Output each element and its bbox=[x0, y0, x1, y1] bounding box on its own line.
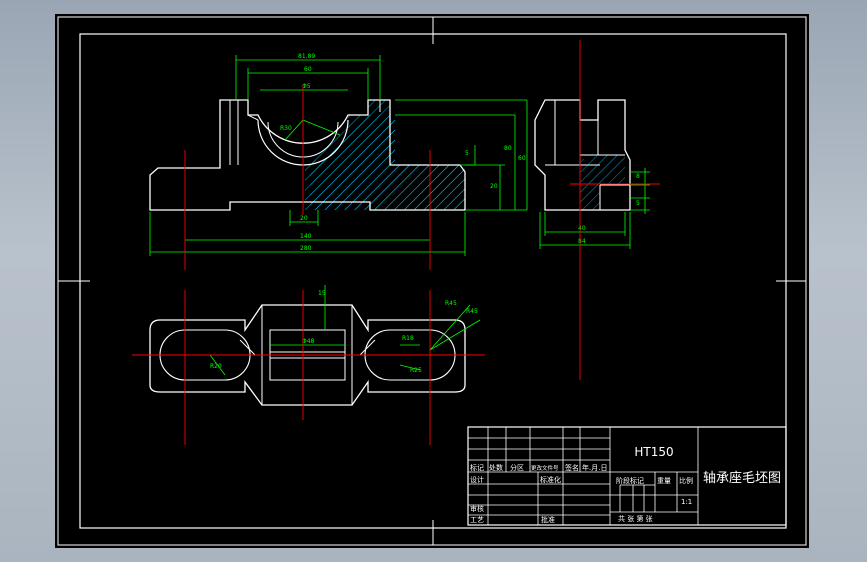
dim-length-280: 280 bbox=[300, 245, 312, 252]
header-date: 年.月.日 bbox=[582, 463, 607, 472]
dim-height-60: 60 bbox=[518, 155, 526, 162]
dim-top-overall: 81.89 bbox=[298, 53, 315, 60]
scale-value: 1:1 bbox=[681, 498, 692, 506]
section-hatch-2 bbox=[310, 100, 465, 210]
label-stage-mark: 阶段标记 bbox=[616, 476, 644, 485]
label-design: 设计 bbox=[470, 475, 484, 484]
front-view: 81.89 60 Φ5 R30 20 140 280 5 60 80 20 bbox=[149, 53, 528, 270]
dim-height-80: 80 bbox=[504, 145, 512, 152]
label-approve: 批准 bbox=[541, 515, 555, 524]
dim-height-20: 20 bbox=[490, 183, 498, 190]
dim-side-5: 5 bbox=[636, 200, 640, 207]
dim-side-84: 84 bbox=[578, 238, 586, 245]
dim-plan-r20: R20 bbox=[210, 363, 222, 370]
dim-radius: R30 bbox=[280, 125, 292, 132]
dim-length-140: 140 bbox=[300, 233, 312, 240]
label-review: 审核 bbox=[470, 504, 484, 513]
top-centerlines bbox=[132, 290, 485, 445]
label-ratio: 比例 bbox=[679, 476, 693, 485]
dim-side-40: 40 bbox=[578, 225, 586, 232]
title-block: HT150 轴承座毛坯图 标记 处数 分区 更改文件号 签名 年.月.日 设计 … bbox=[467, 426, 787, 526]
header-mark: 标记 bbox=[470, 463, 484, 472]
header-count: 处数 bbox=[489, 463, 503, 472]
header-zone: 分区 bbox=[510, 463, 524, 472]
dim-height-5: 5 bbox=[465, 150, 469, 157]
outer-frame bbox=[57, 16, 807, 546]
material-label: HT150 bbox=[634, 445, 673, 459]
cad-drawing: 81.89 60 Φ5 R30 20 140 280 5 60 80 20 8 … bbox=[57, 16, 807, 546]
label-weight: 重量 bbox=[657, 477, 671, 485]
header-sign: 签名 bbox=[565, 463, 579, 472]
dim-plan-48: Φ48 bbox=[302, 338, 315, 345]
frame-center-marks bbox=[58, 17, 806, 545]
dim-depth-20: 20 bbox=[300, 215, 308, 222]
label-process: 工艺 bbox=[470, 516, 484, 524]
dim-plan-r45: R45 bbox=[445, 300, 457, 307]
top-view: 15 Φ48 R45 R45 R18 R25 R20 bbox=[132, 285, 485, 445]
dim-plan-r45b: R45 bbox=[466, 308, 478, 315]
dim-plan-r18: R18 bbox=[402, 335, 414, 342]
drawing-name: 轴承座毛坯图 bbox=[703, 471, 781, 486]
label-standardize: 标准化 bbox=[540, 475, 561, 484]
dim-plan-r25: R25 bbox=[410, 367, 422, 374]
dim-top-inner: 60 bbox=[304, 66, 312, 73]
inner-frame bbox=[79, 33, 787, 529]
sheet-info: 共 张 第 张 bbox=[618, 514, 653, 523]
side-view: 8 5 40 84 bbox=[534, 40, 660, 380]
dim-plan-15: 15 bbox=[318, 290, 326, 297]
side-hatch bbox=[580, 155, 625, 210]
dim-side-8: 8 bbox=[636, 173, 640, 180]
header-change-doc: 更改文件号 bbox=[531, 464, 559, 472]
